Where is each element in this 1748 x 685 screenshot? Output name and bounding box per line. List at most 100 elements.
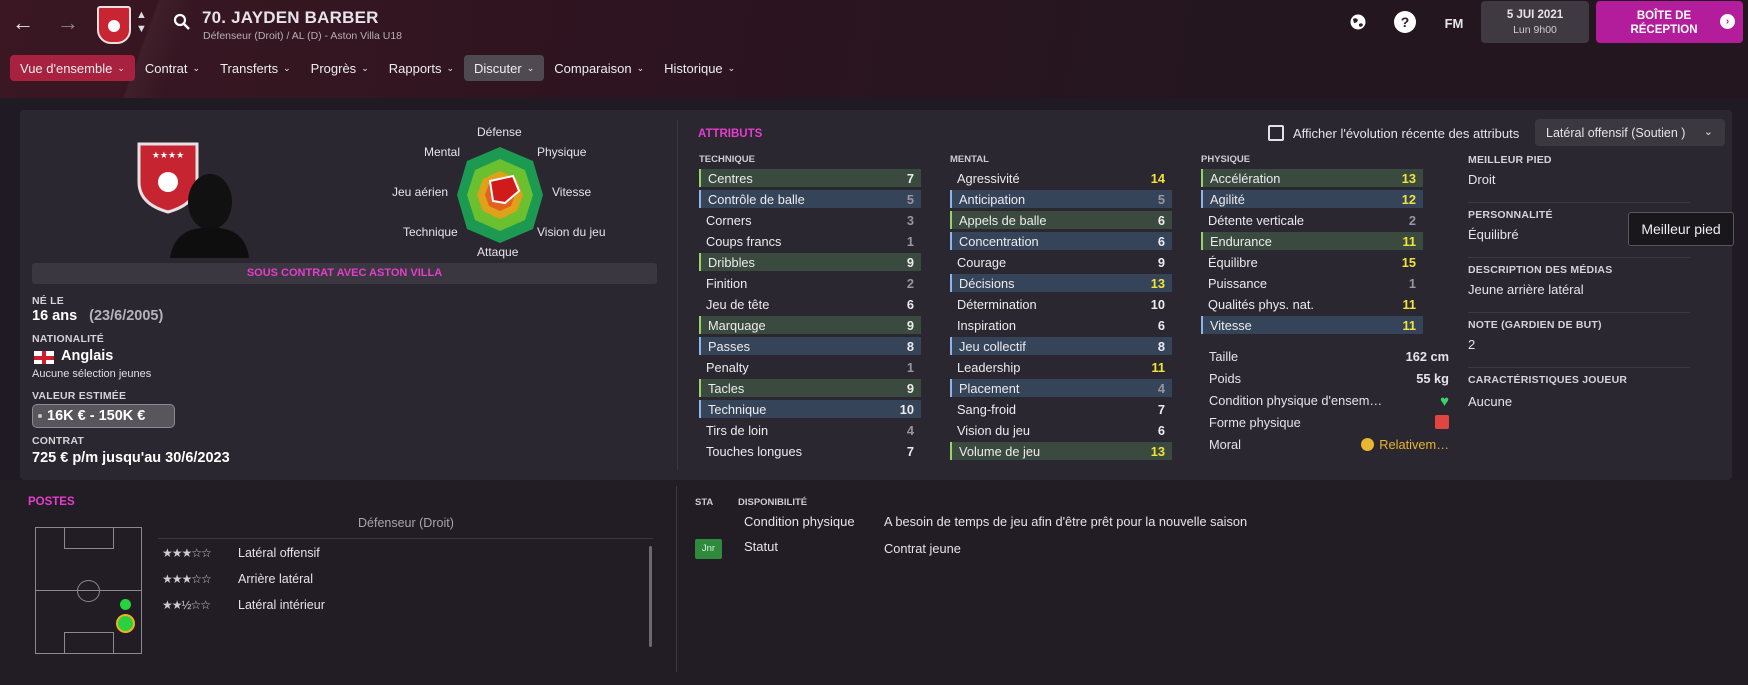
tab-progress[interactable]: Progrès ⌄ <box>301 55 379 81</box>
attribute-row[interactable]: Dribbles 9 <box>699 253 921 271</box>
best-foot-item[interactable]: MEILLEUR PIED Droit <box>1468 148 1690 203</box>
attribute-row[interactable]: Tirs de loin 4 <box>699 421 921 439</box>
attribute-row[interactable]: Tacles 9 <box>699 379 921 397</box>
gk-rating-item[interactable]: NOTE (GARDIEN DE BUT) 2 <box>1468 313 1690 368</box>
fm-menu-button[interactable]: FM <box>1440 13 1468 33</box>
attribute-name: Marquage <box>708 317 766 333</box>
positions-scrollbar[interactable] <box>649 546 652 647</box>
attribute-row[interactable]: Inspiration 6 <box>950 316 1172 334</box>
tab-transfers[interactable]: Transferts ⌄ <box>210 55 301 81</box>
attribute-row[interactable]: Détermination 10 <box>950 295 1172 313</box>
attribute-value: 9 <box>906 317 914 333</box>
attribute-row[interactable]: Équilibre 15 <box>1201 253 1423 271</box>
attribute-row[interactable]: Corners 3 <box>699 211 921 229</box>
attribute-row[interactable]: Anticipation 5 <box>950 190 1172 208</box>
attribute-name: Dribbles <box>708 254 755 270</box>
media-item[interactable]: DESCRIPTION DES MÉDIAS Jeune arrière laté… <box>1468 258 1690 313</box>
attribute-row[interactable]: Penalty 1 <box>699 358 921 376</box>
tab-discuss[interactable]: Discuter ⌄ <box>464 55 545 81</box>
inbox-button[interactable]: BOÎTE DE RÉCEPTION › <box>1596 1 1743 43</box>
attribute-value: 7 <box>906 443 914 459</box>
attribute-row[interactable]: Décisions 13 <box>950 274 1172 292</box>
attribute-row[interactable]: Sang-froid 7 <box>950 400 1172 418</box>
attribute-row[interactable]: Détente verticale 2 <box>1201 211 1423 229</box>
position-row[interactable]: ★★★☆☆ Arrière latéral <box>162 572 313 586</box>
role-dropdown[interactable]: Latéral offensif (Soutien ) ⌄ <box>1535 119 1725 146</box>
radar-label-bl: Technique <box>403 225 458 239</box>
value-badge[interactable]: 16K € - 150K € <box>32 404 175 428</box>
player-switch-icon[interactable]: ▲ ▼ <box>136 8 147 36</box>
tab-history[interactable]: Historique ⌄ <box>654 55 745 81</box>
attribute-row[interactable]: Centres 7 <box>699 169 921 187</box>
dob-value: (23/6/2005) <box>89 308 164 324</box>
attribute-row[interactable]: Puissance 1 <box>1201 274 1423 292</box>
radar-label-bottom: Attaque <box>477 245 519 259</box>
evolution-label[interactable]: Afficher l'évolution récente des attribu… <box>1293 126 1519 141</box>
attribute-name: Endurance <box>1210 233 1272 249</box>
attribute-name: Détermination <box>957 296 1037 312</box>
attribute-value: 3 <box>906 212 914 228</box>
attribute-value: 8 <box>906 338 914 354</box>
search-icon[interactable] <box>171 11 193 33</box>
traits-item[interactable]: CARACTÉRISTIQUES JOUEUR Aucune <box>1468 368 1690 423</box>
inbox-label: BOÎTE DE RÉCEPTION <box>1630 10 1698 36</box>
attribute-row[interactable]: Qualités phys. nat. 11 <box>1201 295 1423 313</box>
attribute-row[interactable]: Agressivité 14 <box>950 169 1172 187</box>
condition-label: Condition physique <box>744 514 855 529</box>
attribute-row[interactable]: Contrôle de balle 5 <box>699 190 921 208</box>
attribute-row[interactable]: Jeu de tête 6 <box>699 295 921 313</box>
attribute-row[interactable]: Appels de balle 6 <box>950 211 1172 229</box>
tab-reports[interactable]: Rapports ⌄ <box>379 55 464 81</box>
attribute-row[interactable]: Leadership 11 <box>950 358 1172 376</box>
dot-icon <box>38 414 42 418</box>
main-position: Défenseur (Droit) <box>358 516 454 530</box>
back-arrow-icon[interactable]: ← <box>8 8 38 38</box>
position-row[interactable]: ★★★☆☆ Latéral offensif <box>162 546 320 560</box>
attribute-row[interactable]: Vision du jeu 6 <box>950 421 1172 439</box>
attribute-row[interactable]: Finition 2 <box>699 274 921 292</box>
attribute-row[interactable]: Vitesse 11 <box>1201 316 1423 334</box>
attribute-row[interactable]: Agilité 12 <box>1201 190 1423 208</box>
nationality-label: NATIONALITÉ <box>32 333 104 345</box>
nationality-value[interactable]: Anglais <box>61 348 113 364</box>
club-crest-icon[interactable] <box>97 6 131 44</box>
evolution-checkbox[interactable] <box>1268 125 1284 141</box>
attribute-row[interactable]: Passes 8 <box>699 337 921 355</box>
position-row[interactable]: ★★½☆☆ Latéral intérieur <box>162 598 325 612</box>
attribute-value: 15 <box>1401 254 1416 270</box>
tab-contract[interactable]: Contrat ⌄ <box>135 55 210 81</box>
attribute-value: 6 <box>1157 422 1165 438</box>
attribute-value: 7 <box>1157 401 1165 417</box>
globe-icon[interactable] <box>1348 12 1368 32</box>
attribute-row[interactable]: Coups francs 1 <box>699 232 921 250</box>
attribute-row[interactable]: Touches longues 7 <box>699 442 921 460</box>
tab-comparison[interactable]: Comparaison ⌄ <box>544 55 654 81</box>
physique-header: PHYSIQUE <box>1201 154 1251 165</box>
attribute-row[interactable]: Courage 9 <box>950 253 1172 271</box>
attribute-row[interactable]: Endurance 11 <box>1201 232 1423 250</box>
attribute-name: Concentration <box>959 233 1039 249</box>
attribute-row[interactable]: Placement 4 <box>950 379 1172 397</box>
attribute-row[interactable]: Technique 10 <box>699 400 921 418</box>
attribute-row[interactable]: Volume de jeu 13 <box>950 442 1172 460</box>
attribute-name: Inspiration <box>957 317 1017 333</box>
form-row: Forme physique ■ <box>1209 415 1449 430</box>
help-icon[interactable]: ? <box>1394 11 1416 33</box>
statut-label: Statut <box>744 539 778 554</box>
attribute-value: 6 <box>1157 233 1165 249</box>
attribute-row[interactable]: Jeu collectif 8 <box>950 337 1172 355</box>
date-button[interactable]: 5 JUI 2021 Lun 9h00 <box>1481 1 1589 43</box>
attribute-row[interactable]: Accélération 13 <box>1201 169 1423 187</box>
attribute-name: Courage <box>957 254 1007 270</box>
attribute-name: Agilité <box>1210 191 1245 207</box>
tab-overview[interactable]: Vue d'ensemble ⌄ <box>10 55 135 81</box>
attribute-row[interactable]: Concentration 6 <box>950 232 1172 250</box>
weight-row: Poids 55 kg <box>1209 371 1449 386</box>
attribute-value: 9 <box>906 254 914 270</box>
contract-label: CONTRAT <box>32 435 84 447</box>
attribute-row[interactable]: Marquage 9 <box>699 316 921 334</box>
chevron-down-icon: ⌄ <box>1703 126 1713 138</box>
attribute-name: Agressivité <box>957 170 1020 186</box>
forward-arrow-icon[interactable]: → <box>53 8 83 38</box>
attribute-value: 5 <box>1157 191 1165 207</box>
